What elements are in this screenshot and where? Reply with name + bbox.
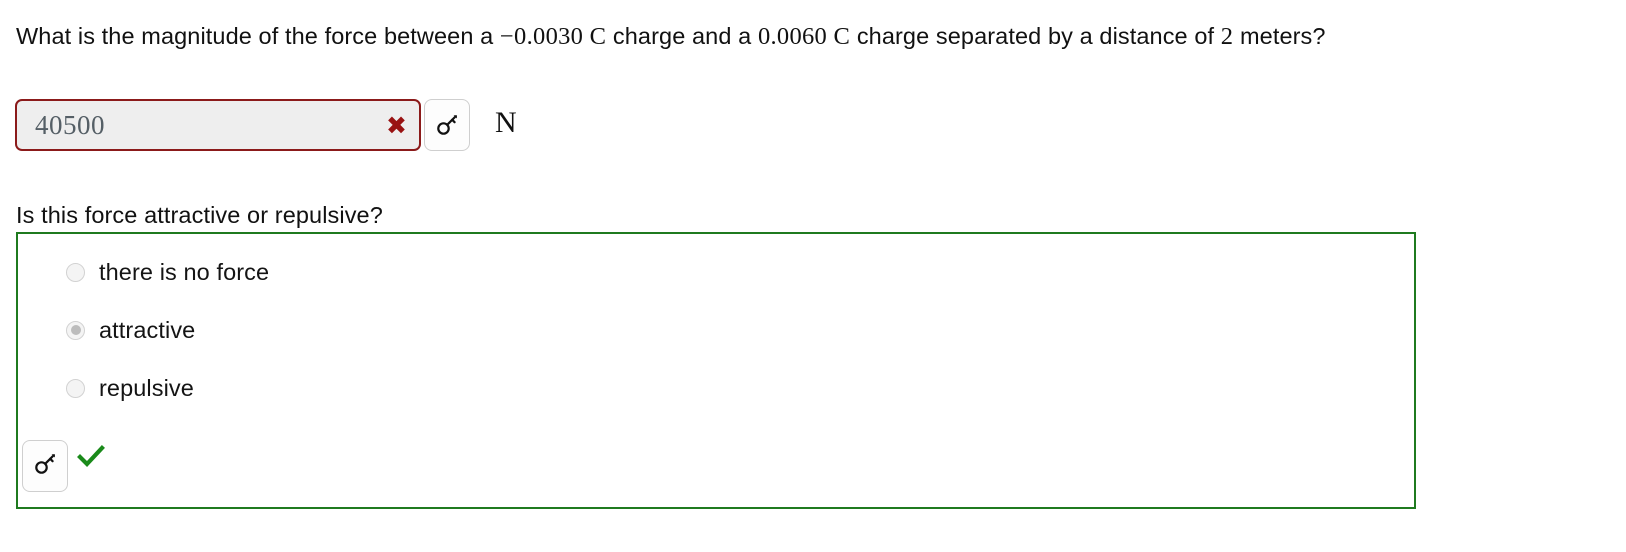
- question-2-prompt: Is this force attractive or repulsive?: [16, 202, 383, 228]
- answer-input-wrapper[interactable]: ✖: [15, 99, 421, 151]
- question-1-text-part-4: meters?: [1233, 23, 1326, 49]
- choice-label-there-is-no-force: there is no force: [99, 259, 270, 285]
- answer-key-button[interactable]: [424, 99, 470, 151]
- radio-repulsive[interactable]: [66, 378, 85, 398]
- choice-there-is-no-force[interactable]: there is no force: [66, 257, 269, 287]
- key-icon: [434, 112, 460, 138]
- choice-label-attractive: attractive: [99, 317, 196, 343]
- correct-check-icon: [77, 444, 105, 474]
- question-2-result-row: [22, 440, 105, 492]
- question-2-graded-container: there is no force attractive repulsive: [16, 232, 1416, 509]
- question-1-answer-row: ✖ N: [15, 99, 517, 151]
- question-1-text-part-2: charge and a: [606, 23, 758, 49]
- question-2-key-button[interactable]: [22, 440, 68, 492]
- radio-attractive[interactable]: [66, 320, 85, 340]
- choice-label-repulsive: repulsive: [99, 375, 194, 401]
- choice-attractive[interactable]: attractive: [66, 315, 195, 345]
- incorrect-x-icon: ✖: [386, 110, 407, 140]
- answer-unit-label: N: [495, 106, 517, 139]
- radio-there-is-no-force[interactable]: [66, 262, 85, 282]
- question-1-charge-2-value: 0.0060 C: [757, 23, 851, 50]
- question-1-distance-value: 2: [1220, 23, 1234, 50]
- answer-input[interactable]: [17, 108, 387, 142]
- exercise-page: What is the magnitude of the force betwe…: [0, 0, 1626, 552]
- key-icon: [32, 451, 58, 482]
- question-1-text-part-3: charge separated by a distance of: [850, 23, 1221, 49]
- question-1-charge-1-value: −0.0030 C: [499, 23, 607, 50]
- question-1-prompt: What is the magnitude of the force betwe…: [16, 18, 1416, 55]
- question-1-text-part-1: What is the magnitude of the force betwe…: [16, 23, 500, 49]
- choice-repulsive[interactable]: repulsive: [66, 373, 194, 403]
